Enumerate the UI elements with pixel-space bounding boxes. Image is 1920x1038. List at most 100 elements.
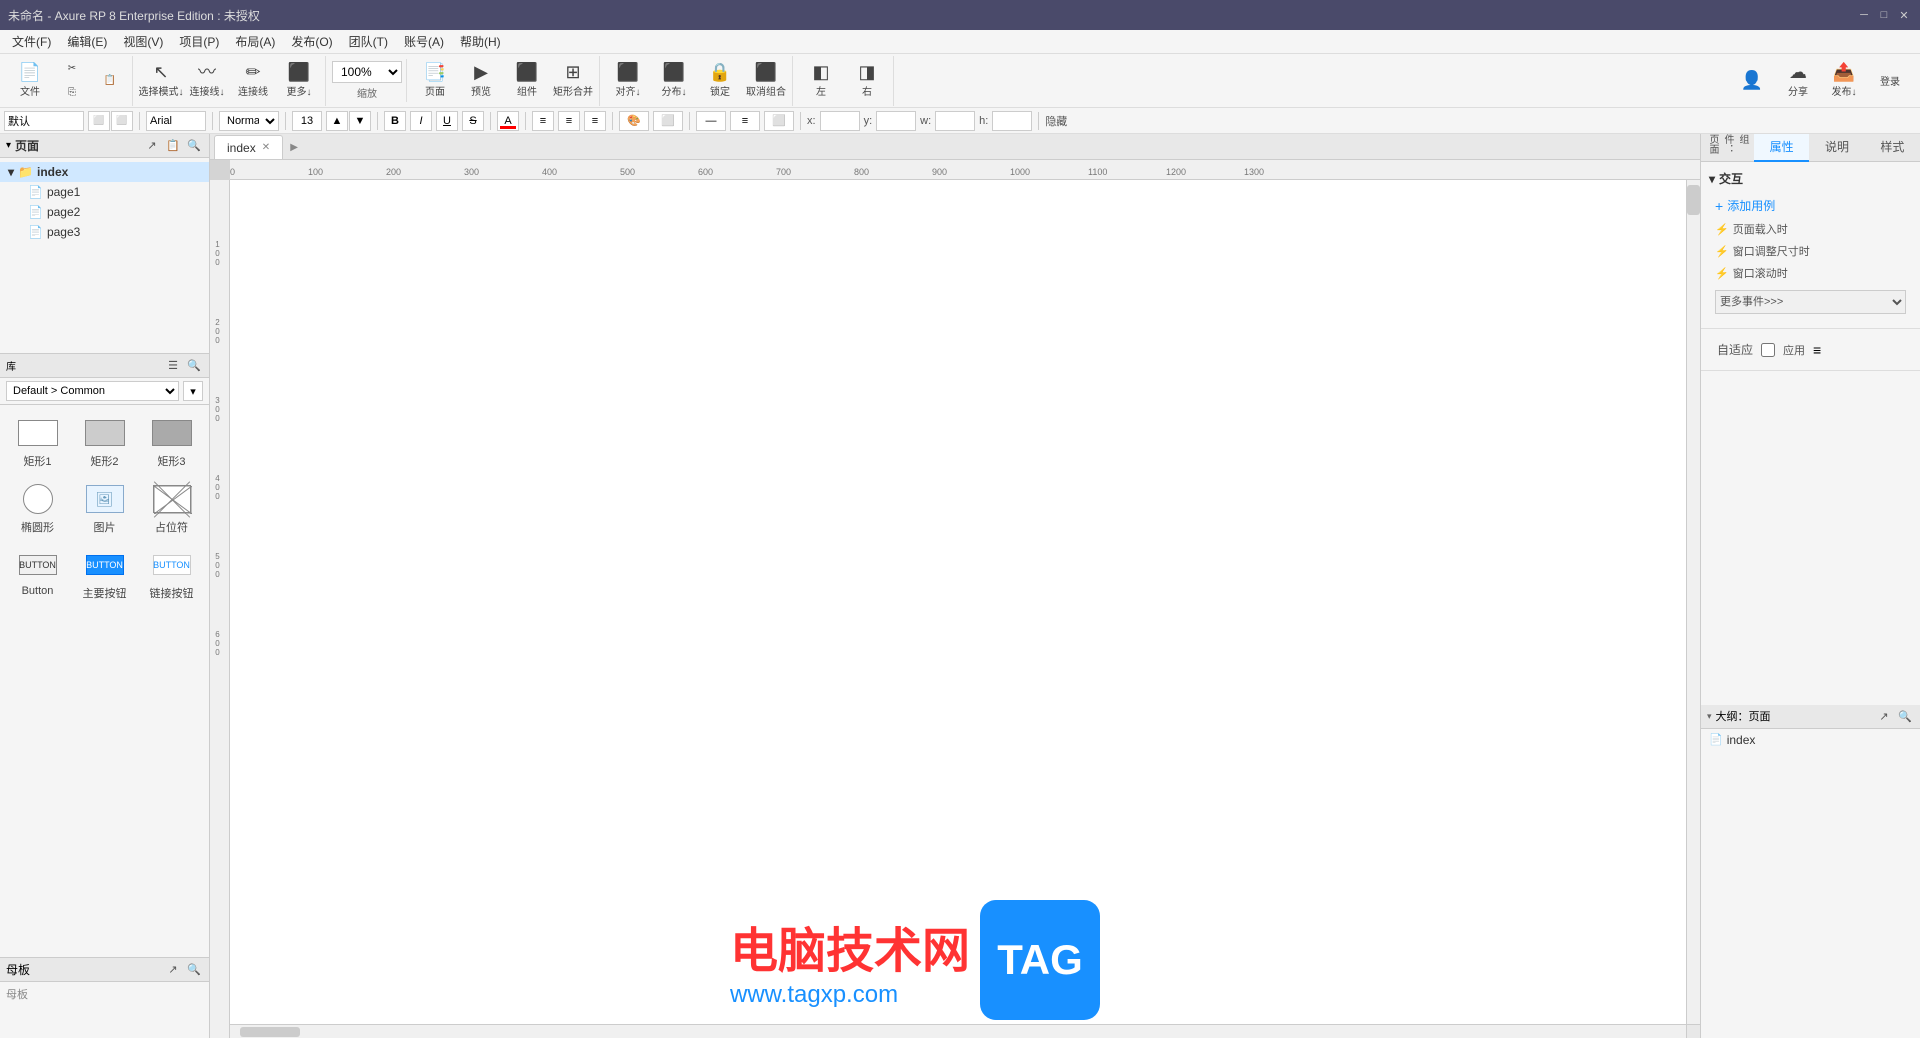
event-page-load[interactable]: ⚡ 页面载入时 — [1709, 218, 1912, 240]
h-input[interactable] — [992, 111, 1032, 131]
pages-search-icon[interactable]: 🔍 — [185, 137, 203, 155]
more-tools-button[interactable]: ⬛ 更多↓ — [277, 58, 321, 104]
event-window-scroll[interactable]: ⚡ 窗口滚动时 — [1709, 262, 1912, 284]
copy-button[interactable]: ⎘ — [54, 82, 90, 104]
tab-properties[interactable]: 属性 — [1754, 134, 1809, 162]
tab-index[interactable]: index ✕ — [214, 135, 283, 159]
connect-button[interactable]: 〰 连接线↓ — [185, 58, 229, 104]
style-name-input[interactable] — [4, 111, 84, 131]
widget-rect1[interactable]: 矩形1 — [6, 411, 69, 473]
align-left-button[interactable]: ≡ — [532, 111, 554, 131]
corner-button[interactable]: ⬜ — [764, 111, 794, 131]
merge-button[interactable]: ⊞ 矩形合并 — [551, 58, 595, 104]
event-window-resize[interactable]: ⚡ 窗口调整尺寸时 — [1709, 240, 1912, 262]
adaptive-checkbox[interactable] — [1761, 343, 1775, 357]
menu-account[interactable]: 账号(A) — [396, 31, 452, 52]
outline-expand-icon[interactable]: ↗ — [1875, 707, 1893, 725]
page-item-page1[interactable]: 📄 page1 — [0, 182, 209, 202]
team-button[interactable]: 👤 — [1730, 58, 1774, 104]
style-action-btn1[interactable]: ⬜ — [88, 111, 110, 131]
menu-layout[interactable]: 布局(A) — [227, 31, 283, 52]
widget-rect2[interactable]: 矩形2 — [73, 411, 136, 473]
pages-collapse-btn[interactable]: ▾ — [6, 140, 11, 151]
preview-button[interactable]: ▶ 预览 — [459, 58, 503, 104]
font-size-up-btn[interactable]: ▲ — [326, 111, 348, 131]
font-name-input[interactable] — [146, 111, 206, 131]
more-events-select[interactable]: 更多事件>>> — [1715, 290, 1906, 314]
align-right-button[interactable]: ≡ — [584, 111, 606, 131]
hscroll-thumb[interactable] — [240, 1027, 300, 1037]
font-color-button[interactable]: A — [497, 111, 519, 131]
underline-button[interactable]: U — [436, 111, 458, 131]
widgets-search-icon[interactable]: 🔍 — [185, 357, 203, 375]
cut-button[interactable]: ✂ — [54, 58, 90, 80]
window-controls[interactable]: ─ □ ✕ — [1856, 7, 1912, 23]
pages-copy-icon[interactable]: 📋 — [164, 137, 182, 155]
outline-search-icon[interactable]: 🔍 — [1896, 707, 1914, 725]
menu-view[interactable]: 视图(V) — [115, 31, 171, 52]
publish-button[interactable]: 📤 发布↓ — [1822, 58, 1866, 104]
master-search-icon[interactable]: 🔍 — [185, 961, 203, 979]
strikethrough-button[interactable]: S — [462, 111, 484, 131]
widgets-filter-select[interactable]: Default > Common — [6, 381, 179, 401]
new-button[interactable]: 📄 文件 — [8, 58, 52, 104]
select-mode-button[interactable]: ↖ 选择模式↓ — [139, 58, 183, 104]
menu-team[interactable]: 团队(T) — [341, 31, 396, 52]
italic-button[interactable]: I — [410, 111, 432, 131]
horizontal-scrollbar[interactable] — [230, 1024, 1686, 1038]
page-item-index[interactable]: ▾ 📁 index — [0, 162, 209, 182]
widget-link[interactable]: BUTTON 链接按钮 — [140, 543, 203, 605]
add-interaction-btn[interactable]: + 添加用例 — [1709, 193, 1912, 218]
widgets-filter-btn[interactable]: ▾ — [183, 381, 203, 401]
font-style-select[interactable]: Normal Bold Italic — [219, 111, 279, 131]
lock-button[interactable]: 🔒 锁定 — [698, 58, 742, 104]
outline-item-index[interactable]: 📄 index — [1701, 729, 1920, 751]
widget-circle[interactable]: 椭圆形 — [6, 477, 69, 539]
widget-primary[interactable]: BUTTON 主要按钮 — [73, 543, 136, 605]
line-weight-button[interactable]: ≡ — [730, 111, 760, 131]
ungroup-button[interactable]: ⬛ 取消组合 — [744, 58, 788, 104]
adaptive-settings-icon[interactable]: ≡ — [1813, 342, 1821, 358]
tab-styles[interactable]: 样式 — [1865, 134, 1920, 162]
canvas-container[interactable]: 0 100 200 300 400 500 600 700 800 900 10… — [210, 160, 1700, 1038]
fill-color-button[interactable]: 🎨 — [619, 111, 649, 131]
vscroll-thumb[interactable] — [1687, 185, 1700, 215]
tab-notes[interactable]: 说明 — [1809, 134, 1864, 162]
widget-placeholder[interactable]: 占位符 — [140, 477, 203, 539]
w-input[interactable] — [935, 111, 975, 131]
align-button[interactable]: ⬛ 对齐↓ — [606, 58, 650, 104]
style-action-btn2[interactable]: ⬜ — [111, 111, 133, 131]
font-size-down-btn[interactable]: ▼ — [349, 111, 371, 131]
border-color-button[interactable]: ⬜ — [653, 111, 683, 131]
close-button[interactable]: ✕ — [1896, 7, 1912, 23]
menu-project[interactable]: 项目(P) — [171, 31, 227, 52]
minimize-button[interactable]: ─ — [1856, 7, 1872, 23]
menu-publish[interactable]: 发布(O) — [283, 31, 340, 52]
page-item-page2[interactable]: 📄 page2 — [0, 202, 209, 222]
widget-image[interactable]: 🖼 图片 — [73, 477, 136, 539]
zoom-select[interactable]: 100% 50% 75% 150% 200% — [332, 61, 402, 83]
widget-rect3[interactable]: 矩形3 — [140, 411, 203, 473]
font-size-input[interactable] — [292, 111, 322, 131]
widget-button[interactable]: BUTTON Button — [6, 543, 69, 605]
menu-file[interactable]: 文件(F) — [4, 31, 59, 52]
pencil-button[interactable]: ✏ 连接线 — [231, 58, 275, 104]
pages-expand-icon[interactable]: ↗ — [143, 137, 161, 155]
page-item-page3[interactable]: 📄 page3 — [0, 222, 209, 242]
cloud-share-button[interactable]: ☁ 分享 — [1776, 58, 1820, 104]
login-button[interactable]: 登录 — [1868, 58, 1912, 104]
distribute-button[interactable]: ⬛ 分布↓ — [652, 58, 696, 104]
y-input[interactable] — [876, 111, 916, 131]
paste-button[interactable]: 📋 — [92, 58, 128, 104]
line-style-button[interactable]: — — [696, 111, 726, 131]
widgets-menu-icon[interactable]: ☰ — [164, 357, 182, 375]
maximize-button[interactable]: □ — [1876, 7, 1892, 23]
canvas[interactable]: 电脑技术网 www.tagxp.com TAG — [230, 180, 1700, 1038]
menu-edit[interactable]: 编辑(E) — [59, 31, 115, 52]
x-input[interactable] — [820, 111, 860, 131]
share-button[interactable]: ⬛ 组件 — [505, 58, 549, 104]
tab-close-index[interactable]: ✕ — [262, 142, 270, 153]
bold-button[interactable]: B — [384, 111, 406, 131]
bring-left-button[interactable]: ◧ 左 — [799, 58, 843, 104]
menu-help[interactable]: 帮助(H) — [452, 31, 509, 52]
